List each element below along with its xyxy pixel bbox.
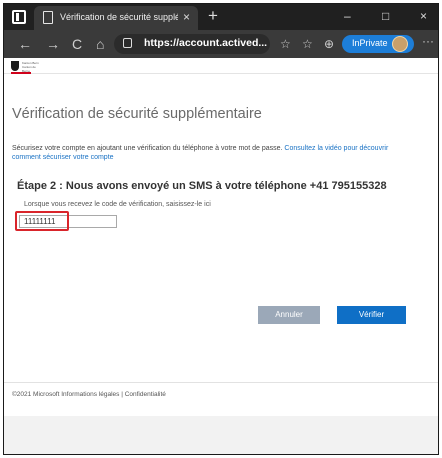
code-hint: Lorsque vous recevez le code de vérifica… <box>24 201 211 208</box>
step-title: Étape 2 : Nous avons envoyé un SMS à vot… <box>17 180 387 192</box>
address-bar[interactable]: https://account.actived... <box>114 34 270 54</box>
browser-toolbar: ← → C ⌂ https://account.actived... ☆ ☆ ⊕… <box>4 30 438 58</box>
forward-icon[interactable]: → <box>46 35 60 53</box>
org-accent-bar <box>11 72 31 74</box>
new-tab-button[interactable]: + <box>208 6 218 26</box>
favorites-list-icon[interactable]: ☆ <box>302 36 313 52</box>
title-bar: Vérification de sécurité supplém × + – □… <box>4 4 438 30</box>
home-icon[interactable]: ⌂ <box>96 35 104 53</box>
close-window-button[interactable]: × <box>420 8 427 24</box>
avatar <box>392 36 408 52</box>
page-icon <box>43 11 53 24</box>
refresh-icon[interactable]: C <box>72 35 82 53</box>
tab-active[interactable]: Vérification de sécurité supplém × <box>34 6 198 30</box>
intro-description: Sécurisez votre compte en ajoutant une v… <box>12 145 283 152</box>
inprivate-label: InPrivate <box>352 38 388 48</box>
tab-title: Vérification de sécurité supplém <box>60 12 178 22</box>
intro-text: Sécurisez votre compte en ajoutant une v… <box>12 144 407 162</box>
page-bottom-area <box>4 416 438 454</box>
more-options-icon[interactable]: ··· <box>422 34 434 48</box>
maximize-button[interactable]: □ <box>382 8 389 24</box>
highlight-box <box>15 211 69 231</box>
web-page: Kanton Bern Canton de Berne Vérification… <box>4 58 438 454</box>
sidebar-toggle-icon[interactable] <box>12 10 26 24</box>
browser-window: Vérification de sécurité supplém × + – □… <box>3 3 439 455</box>
collections-icon[interactable]: ⊕ <box>324 36 334 52</box>
inprivate-badge[interactable]: InPrivate <box>342 35 414 53</box>
page-title: Vérification de sécurité supplémentaire <box>12 106 262 122</box>
footer: ©2021 Microsoft Informations légales | C… <box>4 382 438 402</box>
org-header: Kanton Bern Canton de Berne <box>4 58 438 74</box>
org-name: Kanton Bern Canton de Berne <box>22 61 39 73</box>
footer-links[interactable]: ©2021 Microsoft Informations légales | C… <box>12 391 166 398</box>
favorite-icon[interactable]: ☆ <box>280 36 291 52</box>
lock-icon <box>123 38 132 48</box>
tab-close-icon[interactable]: × <box>183 10 190 24</box>
minimize-button[interactable]: – <box>344 8 351 24</box>
cancel-button[interactable]: Annuler <box>258 306 320 324</box>
url-text: https://account.actived... <box>144 37 268 49</box>
verify-button[interactable]: Vérifier <box>337 306 406 324</box>
back-icon[interactable]: ← <box>18 35 32 53</box>
bern-coat-of-arms-icon <box>11 61 19 71</box>
